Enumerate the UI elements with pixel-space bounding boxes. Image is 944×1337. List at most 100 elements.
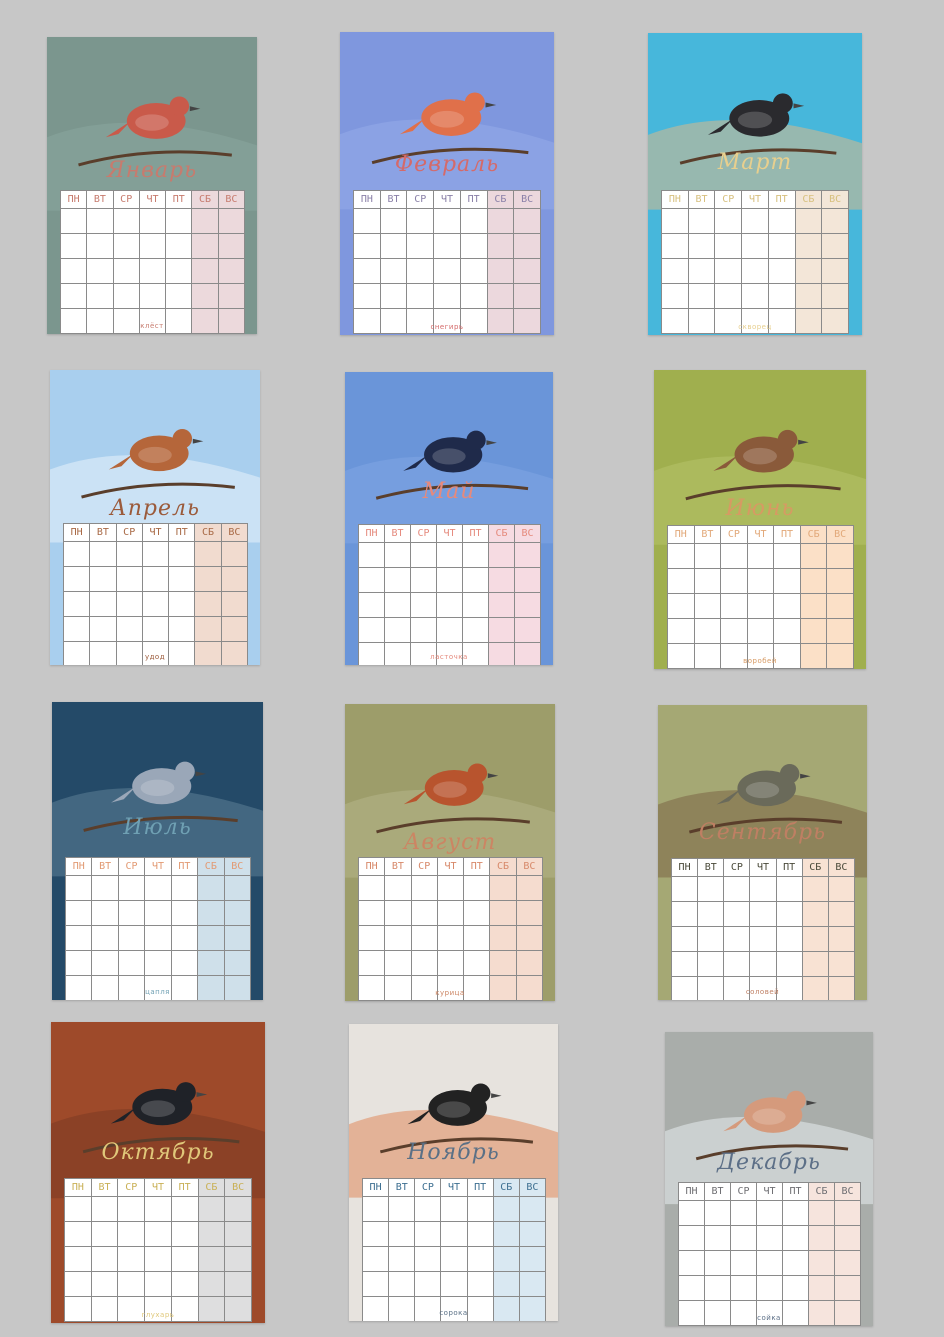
bird-name: снегирь — [430, 323, 464, 331]
day-cell — [775, 926, 803, 952]
day-cell — [170, 875, 199, 901]
bird-wing — [752, 1108, 786, 1125]
weekday-label: ЧТ — [141, 523, 170, 542]
day-cell — [741, 283, 769, 309]
day-cell — [801, 951, 829, 977]
calendar-grid: ПН ВТ СР ЧТ ПТ СБ ВС — [62, 523, 249, 665]
week-row — [661, 258, 849, 284]
bird-wing — [433, 781, 467, 798]
weekday-label: ВТ — [89, 523, 117, 542]
weekday-label: ВС — [834, 1182, 861, 1201]
day-cell — [749, 926, 777, 952]
day-cell — [436, 875, 465, 901]
day-cell — [64, 1271, 92, 1297]
day-cell — [384, 567, 411, 593]
bird-name: глухарь — [141, 1311, 175, 1319]
day-cell — [492, 1196, 520, 1222]
day-cell — [379, 283, 408, 309]
weekday-label: СБ — [808, 1182, 835, 1201]
week-row — [353, 258, 541, 284]
day-cell — [514, 542, 541, 568]
weekday-label: ЧТ — [138, 190, 167, 209]
weekday-label: ВТ — [379, 190, 408, 209]
week-row — [678, 1250, 861, 1276]
bird-head — [175, 761, 195, 782]
weekday-label: СБ — [194, 523, 222, 542]
day-cell — [191, 233, 219, 259]
day-cell — [714, 283, 743, 309]
week-row — [64, 1246, 252, 1272]
weekday-label: СБ — [492, 1178, 520, 1197]
day-cell — [767, 233, 796, 259]
day-cell — [90, 1221, 119, 1247]
day-cell — [388, 1271, 416, 1297]
month-title: Июль — [123, 815, 192, 840]
day-cell — [799, 618, 828, 644]
week-row — [353, 233, 541, 259]
weekday-label: СБ — [799, 525, 828, 544]
day-cell — [492, 1246, 520, 1272]
bird-wing — [140, 1100, 176, 1117]
weekday-label: ВТ — [384, 524, 411, 543]
day-cell — [217, 233, 246, 259]
weekday-header: ПН ВТ СР ЧТ ПТ СБ ВС — [59, 190, 246, 209]
week-row — [62, 541, 249, 567]
day-cell — [115, 541, 143, 567]
day-cell — [834, 1225, 861, 1251]
day-cell — [720, 593, 748, 619]
day-cell — [59, 283, 88, 309]
weekday-label: ПТ — [165, 190, 193, 209]
day-cell — [406, 233, 435, 259]
day-cell — [138, 283, 167, 309]
weekday-label: ЧТ — [144, 1178, 172, 1197]
week-row — [357, 925, 544, 951]
weekday-header: ПН ВТ СР ЧТ ПТ СБ ВС — [667, 525, 854, 544]
weekday-header: ПН ВТ СР ЧТ ПТ СБ ВС — [353, 190, 541, 209]
day-cell — [141, 616, 170, 642]
day-cell — [697, 876, 725, 902]
day-cell — [808, 1250, 835, 1276]
day-cell — [144, 900, 172, 926]
month-title: Февраль — [394, 152, 500, 177]
month-card: Февраль ПН ВТ СР ЧТ ПТ СБ ВС снегирь — [340, 32, 554, 335]
day-cell — [388, 1196, 416, 1222]
day-cell — [808, 1225, 835, 1251]
month-card: Август ПН ВТ СР ЧТ ПТ СБ ВС курица — [345, 704, 555, 1001]
bird-head — [466, 430, 486, 450]
weekday-label: СР — [406, 190, 435, 209]
week-row — [64, 1221, 252, 1247]
day-cell — [165, 208, 193, 234]
month-card: Декабрь ПН ВТ СР ЧТ ПТ СБ ВС сойка — [665, 1032, 873, 1326]
weekday-label: ВС — [224, 1178, 252, 1197]
day-cell — [799, 593, 828, 619]
day-cell — [794, 283, 823, 309]
day-cell — [170, 925, 199, 951]
day-cell — [704, 1200, 731, 1226]
day-cell — [414, 1246, 442, 1272]
weekday-label: ВТ — [697, 858, 725, 877]
day-cell — [414, 1271, 442, 1297]
day-cell — [91, 950, 119, 976]
weekday-label: ЧТ — [433, 190, 461, 209]
bird-head — [172, 429, 193, 449]
day-cell — [720, 618, 748, 644]
day-cell — [90, 1246, 119, 1272]
weekday-label: ПН — [661, 190, 689, 209]
weekday-label: ВС — [513, 190, 541, 209]
bird-name: удод — [144, 653, 166, 661]
week-row — [64, 900, 252, 926]
day-cell — [834, 1200, 861, 1226]
bird-beak — [487, 773, 499, 779]
bird-beak — [189, 106, 201, 112]
day-cell — [704, 1275, 731, 1301]
day-cell — [801, 901, 829, 927]
day-cell — [86, 258, 114, 284]
day-cell — [801, 876, 829, 902]
day-cell — [459, 208, 488, 234]
day-cell — [693, 568, 722, 594]
day-cell — [115, 616, 143, 642]
day-cell — [808, 1200, 835, 1226]
week-row — [353, 283, 541, 309]
day-cell — [62, 541, 91, 567]
day-cell — [670, 926, 699, 952]
